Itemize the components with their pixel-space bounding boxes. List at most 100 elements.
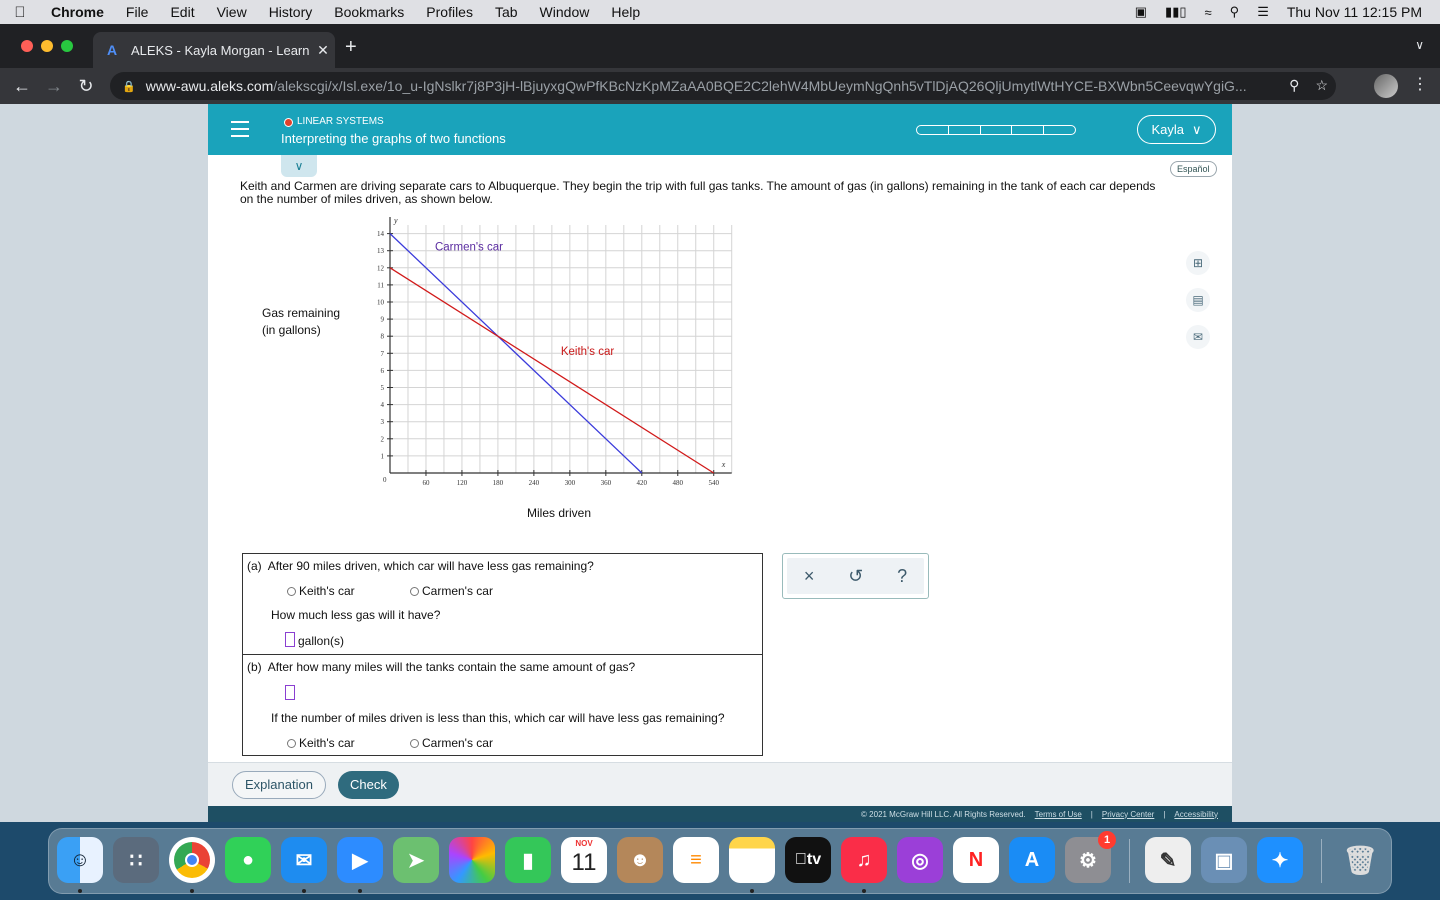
graph-y-axis-label: Gas remaining (in gallons): [262, 305, 340, 339]
radio-button[interactable]: [410, 587, 419, 596]
notes-icon[interactable]: [729, 837, 775, 883]
privacy-link[interactable]: Privacy Center: [1102, 810, 1154, 819]
safari-icon[interactable]: ✦: [1257, 837, 1303, 883]
finder-icon[interactable]: ☺: [57, 837, 103, 883]
textedit-icon[interactable]: ✎: [1145, 837, 1191, 883]
aleks-favicon-icon: A: [107, 42, 118, 58]
menu-bookmarks[interactable]: Bookmarks: [323, 4, 415, 20]
part-b-followup: If the number of miles driven is less th…: [271, 711, 725, 725]
reload-icon[interactable]: ↻: [70, 76, 102, 97]
copyright-text: © 2021 McGraw Hill LLC. All Rights Reser…: [861, 809, 1026, 819]
screen-record-icon[interactable]: ▣: [1135, 4, 1147, 20]
bookmark-star-icon[interactable]: ☆: [1315, 77, 1328, 94]
help-question-icon[interactable]: ?: [897, 566, 907, 587]
menu-profiles[interactable]: Profiles: [415, 4, 484, 20]
control-center-icon[interactable]: ☰: [1257, 4, 1269, 20]
check-button[interactable]: Check: [338, 771, 399, 799]
tab-close-icon[interactable]: ✕: [311, 42, 335, 59]
browser-tab-active[interactable]: A ALEKS - Kayla Morgan - Learn ✕: [93, 32, 335, 68]
zoom-magnifier-icon[interactable]: ⚲: [1289, 77, 1299, 94]
contacts-icon[interactable]: ☻: [617, 837, 663, 883]
maps-icon[interactable]: ➤: [393, 837, 439, 883]
menu-history[interactable]: History: [258, 4, 324, 20]
battery-icon[interactable]: ▮▮▯: [1165, 4, 1186, 20]
x-tick-label: 540: [708, 479, 719, 487]
new-tab-button[interactable]: +: [345, 36, 357, 59]
y-tick-label: 10: [377, 299, 385, 307]
part-a-option-keith[interactable]: Keith's car: [287, 584, 355, 598]
trash-icon[interactable]: 🗑: [1337, 837, 1383, 883]
photos-icon[interactable]: [449, 837, 495, 883]
window-close-button[interactable]: [21, 40, 33, 52]
terms-link[interactable]: Terms of Use: [1035, 810, 1082, 819]
window-zoom-button[interactable]: [61, 40, 73, 52]
problem-panel: ∨ Español Keith and Carmen are driving s…: [208, 155, 1232, 762]
series-label-1: Keith's car: [561, 346, 614, 358]
apple-tv-icon[interactable]: tv: [785, 837, 831, 883]
apple-menu-icon[interactable]: : [0, 4, 40, 21]
spotlight-search-icon[interactable]: ⚲: [1230, 4, 1240, 20]
calculator-icon[interactable]: ⊞: [1186, 251, 1210, 275]
facetime-icon[interactable]: ▮: [505, 837, 551, 883]
accessibility-link[interactable]: Accessibility: [1174, 810, 1218, 819]
explanation-button[interactable]: Explanation: [232, 771, 326, 799]
podcasts-icon[interactable]: ◎: [897, 837, 943, 883]
calendar-icon[interactable]: NOV 11: [561, 837, 607, 883]
radio-button[interactable]: [287, 587, 296, 596]
part-b-miles-input[interactable]: [285, 685, 295, 700]
y-tick-label: 14: [377, 230, 385, 238]
menu-view[interactable]: View: [206, 4, 258, 20]
chrome-menu-kebab-icon[interactable]: ⋮: [1412, 74, 1428, 94]
wifi-icon[interactable]: ≈: [1205, 5, 1212, 20]
part-a-option-carmen[interactable]: Carmen's car: [410, 584, 493, 598]
collapse-chevron-icon[interactable]: ∨: [281, 155, 317, 177]
address-bar[interactable]: 🔒 www-awu.aleks.com/alekscgi/x/Isl.exe/1…: [110, 72, 1336, 100]
undo-icon[interactable]: ↺: [848, 566, 863, 587]
y-tick-label: 2: [381, 435, 385, 443]
part-b-option-keith[interactable]: Keith's car: [287, 736, 355, 750]
reminders-icon[interactable]: ≡: [673, 837, 719, 883]
radio-button[interactable]: [410, 739, 419, 748]
music-icon[interactable]: ♫: [841, 837, 887, 883]
system-preferences-icon[interactable]: ⚙ 1: [1065, 831, 1116, 883]
zoom-icon[interactable]: ▶: [337, 837, 383, 883]
menu-edit[interactable]: Edit: [159, 4, 205, 20]
menu-help[interactable]: Help: [600, 4, 651, 20]
menubar-clock[interactable]: Thu Nov 11 12:15 PM: [1287, 4, 1422, 20]
radio-button[interactable]: [287, 739, 296, 748]
part-a-label: (a): [247, 559, 262, 573]
mail-icon[interactable]: ✉: [281, 837, 327, 883]
espanol-button[interactable]: Español: [1170, 161, 1217, 177]
menu-tab[interactable]: Tab: [484, 4, 529, 20]
part-a-followup: How much less gas will it have?: [271, 608, 441, 622]
chevron-down-icon: ∨: [1192, 121, 1202, 137]
clear-x-icon[interactable]: ×: [804, 566, 815, 587]
part-a-gallons-input[interactable]: [285, 632, 295, 647]
launchpad-icon[interactable]: ∷: [113, 837, 159, 883]
lock-icon[interactable]: 🔒: [122, 80, 136, 93]
running-indicator: [302, 889, 306, 893]
messages-icon[interactable]: ●: [225, 837, 271, 883]
profile-avatar[interactable]: [1374, 74, 1398, 98]
menu-app-chrome[interactable]: Chrome: [40, 4, 115, 20]
message-envelope-icon[interactable]: ✉: [1186, 325, 1210, 349]
menu-window[interactable]: Window: [529, 4, 601, 20]
ebook-icon[interactable]: ▤: [1186, 288, 1210, 312]
user-menu-button[interactable]: Kayla ∨: [1137, 115, 1216, 144]
news-icon[interactable]: N: [953, 837, 999, 883]
notification-badge: 1: [1098, 831, 1116, 849]
chrome-icon[interactable]: [169, 837, 215, 883]
menu-file[interactable]: File: [115, 4, 160, 20]
option-label: Keith's car: [299, 584, 355, 598]
window-minimize-button[interactable]: [41, 40, 53, 52]
gas-remaining-graph: xy0 60 120 180 240 300 360 420 480 54012345678910…: [377, 217, 733, 487]
preview-icon[interactable]: ▣: [1201, 837, 1247, 883]
hamburger-menu-icon[interactable]: [231, 121, 249, 142]
tab-search-chevron-icon[interactable]: ∨: [1415, 38, 1424, 52]
app-store-icon[interactable]: A: [1009, 837, 1055, 883]
forward-arrow-icon[interactable]: →: [38, 76, 70, 97]
browser-tab-strip: A ALEKS - Kayla Morgan - Learn ✕ + ∨: [0, 24, 1440, 68]
part-a: (a) After 90 miles driven, which car wil…: [243, 554, 762, 655]
part-b-option-carmen[interactable]: Carmen's car: [410, 736, 493, 750]
back-arrow-icon[interactable]: ←: [6, 76, 38, 97]
